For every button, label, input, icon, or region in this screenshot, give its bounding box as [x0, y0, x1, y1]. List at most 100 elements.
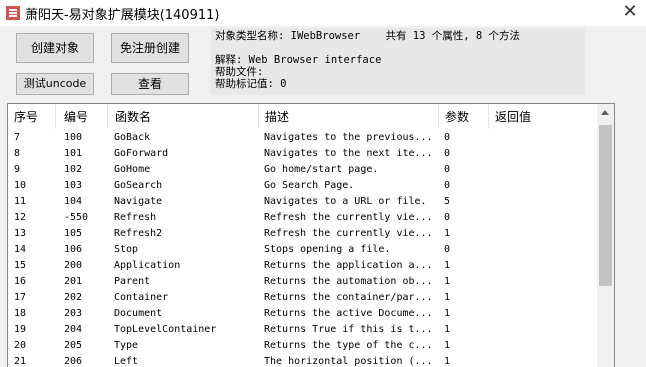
cell-function-name: Left — [114, 356, 139, 367]
table-row[interactable]: 17 202 Container Returns the container/par.… — [8, 290, 597, 306]
cell-return — [494, 274, 594, 290]
cell-index: 10 — [14, 180, 27, 191]
cell-params: 0 — [444, 244, 451, 255]
test-uncode-button[interactable]: 测试uncode — [16, 73, 94, 95]
cell-description: The horizontal position (... — [264, 356, 433, 367]
scrollbar-thumb[interactable] — [599, 125, 612, 286]
table-row[interactable]: 7 100 GoBack Navigates to the previous... 0 — [8, 130, 597, 146]
cell-id: 201 — [64, 276, 83, 287]
vertical-scrollbar[interactable] — [597, 104, 614, 367]
cell-return — [494, 306, 594, 322]
cell-params: 1 — [444, 260, 451, 271]
table-row[interactable]: 13 105 Refresh2 Refresh the currently vie..… — [8, 226, 597, 242]
table-row[interactable]: 14 106 Stop Stops opening a file. 0 — [8, 242, 597, 258]
cell-description: Returns the type of the c... — [264, 340, 433, 351]
window-title: 萧阳天-易对象扩展模块(140911) — [25, 8, 220, 23]
cell-id: -550 — [64, 212, 89, 223]
cell-return — [494, 290, 594, 306]
app-icon — [6, 6, 20, 20]
table-row[interactable]: 19 204 TopLevelContainer Returns True if th… — [8, 322, 597, 338]
column-header-return[interactable]: 返回值 — [489, 104, 597, 129]
cell-function-name: Container — [114, 292, 169, 303]
table-row[interactable]: 21 206 Left The horizontal position (... 1 — [8, 354, 597, 367]
cell-description: Navigates to the previous... — [264, 132, 433, 143]
cell-function-name: Parent — [114, 276, 151, 287]
cell-return — [494, 226, 594, 242]
cell-index: 15 — [14, 260, 27, 271]
help-context-info: 帮助标记值: 0 — [215, 78, 287, 90]
column-header-params[interactable]: 参数 — [439, 104, 489, 129]
cell-function-name: GoBack — [114, 132, 151, 143]
cell-index: 13 — [14, 228, 27, 239]
cell-id: 105 — [64, 228, 83, 239]
cell-return — [494, 210, 594, 226]
table-row[interactable]: 8 101 GoForward Navigates to the next ite..… — [8, 146, 597, 162]
cell-index: 7 — [14, 132, 21, 143]
cell-index: 21 — [14, 356, 27, 367]
table-row[interactable]: 18 203 Document Returns the active Docume..… — [8, 306, 597, 322]
cell-description: Returns the automation ob... — [264, 276, 433, 287]
table-row[interactable]: 9 102 GoHome Go home/start page. 0 — [8, 162, 597, 178]
cell-function-name: Refresh — [114, 212, 157, 223]
table-row[interactable]: 10 103 GoSearch Go Search Page. 0 — [8, 178, 597, 194]
create-without-register-button[interactable]: 免注册创建 — [111, 33, 189, 63]
cell-return — [494, 178, 594, 194]
explanation-info: 解释: Web Browser interface — [215, 54, 382, 66]
cell-index: 19 — [14, 324, 27, 335]
cell-params: 1 — [444, 356, 451, 367]
cell-params: 1 — [444, 324, 451, 335]
cell-return — [494, 338, 594, 354]
table-row[interactable]: 11 104 Navigate Navigates to a URL or file.… — [8, 194, 597, 210]
cell-function-name: Refresh2 — [114, 228, 163, 239]
table-row[interactable]: 12 -550 Refresh Refresh the currently vie..… — [8, 210, 597, 226]
cell-return — [494, 146, 594, 162]
create-object-button[interactable]: 创建对象 — [16, 33, 94, 63]
cell-return — [494, 194, 594, 210]
cell-description: Go Search Page. — [264, 180, 355, 191]
cell-params: 0 — [444, 180, 451, 191]
cell-function-name: GoHome — [114, 164, 151, 175]
cell-description: Returns the application a... — [264, 260, 433, 271]
cell-return — [494, 354, 594, 367]
cell-id: 200 — [64, 260, 83, 271]
table-row[interactable]: 20 205 Type Returns the type of the c... 1 — [8, 338, 597, 354]
cell-return — [494, 162, 594, 178]
function-table[interactable]: 序号 编号 函数名 描述 参数 返回值 7 100 GoBack Navigates … — [7, 103, 615, 367]
cell-function-name: Navigate — [114, 196, 163, 207]
cell-params: 0 — [444, 212, 451, 223]
cell-id: 100 — [64, 132, 83, 143]
cell-return — [494, 130, 594, 146]
cell-return — [494, 258, 594, 274]
column-header-function-name[interactable]: 函数名 — [109, 104, 259, 129]
cell-description: Stops opening a file. — [264, 244, 391, 255]
cell-description: Refresh the currently vie... — [264, 212, 433, 223]
table-row[interactable]: 16 201 Parent Returns the automation ob... 1 — [8, 274, 597, 290]
view-button[interactable]: 查看 — [111, 73, 189, 95]
cell-id: 104 — [64, 196, 83, 207]
close-icon[interactable]: ✕ — [618, 1, 642, 23]
cell-index: 16 — [14, 276, 27, 287]
cell-params: 0 — [444, 164, 451, 175]
cell-index: 14 — [14, 244, 27, 255]
object-type-info: 对象类型名称: IWebBrowser 共有 13 个属性, 8 个方法 — [215, 30, 521, 42]
cell-params: 0 — [444, 132, 451, 143]
cell-index: 20 — [14, 340, 27, 351]
column-header-description[interactable]: 描述 — [259, 104, 439, 129]
cell-description: Returns the container/par... — [264, 292, 433, 303]
cell-index: 17 — [14, 292, 27, 303]
cell-return — [494, 322, 594, 338]
column-header-id[interactable]: 编号 — [58, 104, 108, 129]
cell-params: 1 — [444, 228, 451, 239]
cell-id: 206 — [64, 356, 83, 367]
cell-description: Navigates to a URL or file. — [264, 196, 427, 207]
cell-function-name: TopLevelContainer — [114, 324, 217, 335]
title-bar: 萧阳天-易对象扩展模块(140911) ✕ — [0, 0, 646, 26]
table-row[interactable]: 15 200 Application Returns the application … — [8, 258, 597, 274]
column-header-index[interactable]: 序号 — [8, 104, 56, 129]
scroll-up-arrow-icon[interactable] — [601, 110, 609, 115]
cell-id: 101 — [64, 148, 83, 159]
cell-params: 0 — [444, 148, 451, 159]
cell-index: 12 — [14, 212, 27, 223]
cell-function-name: Type — [114, 340, 139, 351]
help-file-info: 帮助文件: — [215, 66, 264, 78]
